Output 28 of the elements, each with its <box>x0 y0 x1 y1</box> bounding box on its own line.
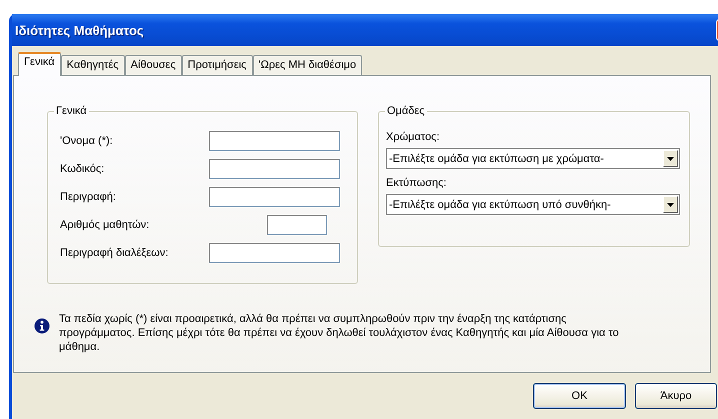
field-label: Αριθμός μαθητών: <box>60 219 150 231</box>
dropdown[interactable]: -Επιλέξτε ομάδα για εκτύπωση με χρώματα- <box>386 148 680 169</box>
text-field[interactable] <box>209 131 340 151</box>
group-title: Ομάδες <box>385 105 427 117</box>
text-field[interactable] <box>209 243 340 263</box>
text-field[interactable] <box>209 159 340 179</box>
dropdown[interactable]: -Επιλέξτε ομάδα για εκτύπωση υπό συνθήκη- <box>386 194 680 215</box>
dropdown-arrow-icon[interactable] <box>667 202 674 206</box>
dropdown-label: Χρώματος: <box>386 131 441 144</box>
field-label: Κωδικός: <box>60 163 104 175</box>
field-label: Περιγραφή: <box>60 191 116 203</box>
tab[interactable]: Προτιμήσεις <box>182 55 252 75</box>
tab[interactable]: Γενικά <box>18 52 61 76</box>
ok-button[interactable]: OK <box>533 383 626 409</box>
tab[interactable]: Καθηγητές <box>60 55 125 75</box>
dropdown-label: Εκτύπωσης: <box>386 177 448 190</box>
text-field[interactable] <box>209 187 340 207</box>
field-label: Περιγραφή διαλέξεων: <box>60 247 168 259</box>
tab[interactable]: 'Ωρες ΜΗ διαθέσιμο <box>252 55 362 75</box>
window-title: Ιδιότητες Μαθήματος <box>15 22 144 38</box>
dropdown-arrow-icon[interactable] <box>667 156 674 160</box>
info-text: Τα πεδία χωρίς (*) είναι προαιρετικά, αλλά θα πρέπει να συμπληρωθούν πριν την έναρξη της κατάρτισης προγράμματος. Επίσης μέχρι τότε θα πρέπει να έχουν δηλωθεί τουλάχιστον ένας Καθηγητής και μία Αίθουσα για το μάθημα. <box>59 312 619 354</box>
field-label: 'Ονομα (*): <box>60 135 113 147</box>
cancel-button[interactable]: Άκυρο <box>635 383 717 409</box>
tab[interactable]: Αίθουσες <box>124 55 182 75</box>
text-field[interactable] <box>267 215 327 235</box>
info-icon <box>34 318 50 334</box>
group-title: Γενικά <box>54 105 89 117</box>
